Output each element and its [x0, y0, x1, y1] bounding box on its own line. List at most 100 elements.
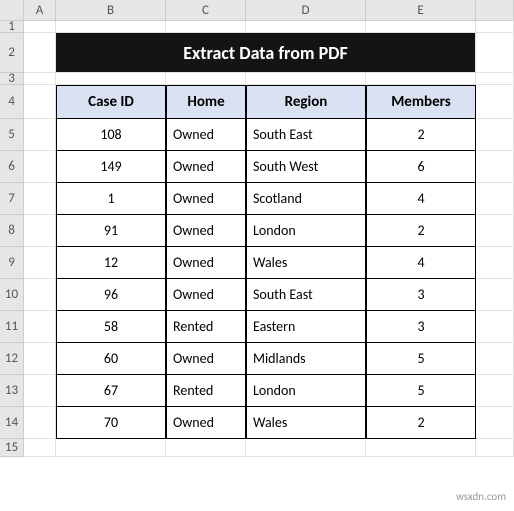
cell[interactable] — [24, 247, 56, 279]
cell[interactable] — [56, 439, 166, 457]
cell[interactable] — [476, 375, 514, 407]
cell[interactable] — [24, 85, 56, 119]
cell[interactable] — [24, 407, 56, 439]
cell[interactable] — [24, 343, 56, 375]
cell[interactable] — [166, 439, 246, 457]
table-cell-case-id[interactable]: 149 — [56, 151, 166, 183]
table-cell-home[interactable]: Owned — [166, 151, 246, 183]
row-header-7[interactable]: 7 — [0, 183, 24, 215]
table-cell-home[interactable]: Owned — [166, 407, 246, 439]
table-cell-region[interactable]: Midlands — [246, 343, 366, 375]
cell[interactable] — [476, 279, 514, 311]
column-header-E[interactable]: E — [366, 0, 476, 21]
table-cell-members[interactable]: 4 — [366, 183, 476, 215]
row-header-4[interactable]: 4 — [0, 85, 24, 119]
table-cell-members[interactable]: 6 — [366, 151, 476, 183]
cell[interactable] — [366, 21, 476, 33]
cell[interactable] — [476, 73, 514, 85]
cell[interactable] — [476, 215, 514, 247]
cell[interactable] — [56, 21, 166, 33]
cell[interactable] — [476, 119, 514, 151]
table-cell-case-id[interactable]: 108 — [56, 119, 166, 151]
table-cell-region[interactable]: South East — [246, 279, 366, 311]
table-cell-home[interactable]: Owned — [166, 215, 246, 247]
table-cell-region[interactable]: Wales — [246, 407, 366, 439]
table-cell-members[interactable]: 3 — [366, 311, 476, 343]
cell[interactable] — [166, 21, 246, 33]
cell[interactable] — [24, 21, 56, 33]
cell[interactable] — [24, 215, 56, 247]
table-cell-case-id[interactable]: 60 — [56, 343, 166, 375]
row-header-1[interactable]: 1 — [0, 21, 24, 33]
table-cell-members[interactable]: 2 — [366, 407, 476, 439]
column-header-A[interactable]: A — [24, 0, 56, 21]
table-cell-region[interactable]: Wales — [246, 247, 366, 279]
table-cell-region[interactable]: London — [246, 375, 366, 407]
cell[interactable] — [24, 73, 56, 85]
table-cell-home[interactable]: Owned — [166, 343, 246, 375]
cell[interactable] — [366, 73, 476, 85]
table-cell-members[interactable]: 3 — [366, 279, 476, 311]
cell[interactable] — [246, 21, 366, 33]
cell[interactable] — [476, 343, 514, 375]
table-cell-members[interactable]: 2 — [366, 215, 476, 247]
cell[interactable] — [476, 247, 514, 279]
cell[interactable] — [24, 151, 56, 183]
row-header-9[interactable]: 9 — [0, 247, 24, 279]
cell[interactable] — [476, 439, 514, 457]
table-cell-home[interactable]: Owned — [166, 183, 246, 215]
row-header-15[interactable]: 15 — [0, 439, 24, 457]
row-header-2[interactable]: 2 — [0, 33, 24, 73]
table-cell-case-id[interactable]: 91 — [56, 215, 166, 247]
cell[interactable] — [24, 311, 56, 343]
cell[interactable] — [24, 119, 56, 151]
row-header-5[interactable]: 5 — [0, 119, 24, 151]
table-cell-members[interactable]: 5 — [366, 343, 476, 375]
select-all-corner[interactable] — [0, 0, 24, 21]
cell[interactable] — [476, 151, 514, 183]
table-cell-home[interactable]: Owned — [166, 279, 246, 311]
table-cell-members[interactable]: 2 — [366, 119, 476, 151]
row-header-12[interactable]: 12 — [0, 343, 24, 375]
cell[interactable] — [246, 439, 366, 457]
cell[interactable] — [24, 33, 56, 73]
table-cell-members[interactable]: 5 — [366, 375, 476, 407]
table-cell-case-id[interactable]: 1 — [56, 183, 166, 215]
cell[interactable] — [476, 33, 514, 73]
cell[interactable] — [56, 73, 166, 85]
cell[interactable] — [476, 85, 514, 119]
column-header-C[interactable]: C — [166, 0, 246, 21]
table-cell-case-id[interactable]: 96 — [56, 279, 166, 311]
table-cell-members[interactable]: 4 — [366, 247, 476, 279]
table-cell-case-id[interactable]: 58 — [56, 311, 166, 343]
table-cell-region[interactable]: Eastern — [246, 311, 366, 343]
table-cell-home[interactable]: Rented — [166, 375, 246, 407]
table-cell-region[interactable]: South West — [246, 151, 366, 183]
table-cell-region[interactable]: Scotland — [246, 183, 366, 215]
column-header-D[interactable]: D — [246, 0, 366, 21]
column-header-B[interactable]: B — [56, 0, 166, 21]
cell[interactable] — [476, 21, 514, 33]
row-header-10[interactable]: 10 — [0, 279, 24, 311]
table-cell-region[interactable]: London — [246, 215, 366, 247]
row-header-11[interactable]: 11 — [0, 311, 24, 343]
row-header-8[interactable]: 8 — [0, 215, 24, 247]
table-cell-region[interactable]: South East — [246, 119, 366, 151]
cell[interactable] — [24, 183, 56, 215]
cell[interactable] — [24, 439, 56, 457]
cell[interactable] — [166, 73, 246, 85]
row-header-3[interactable]: 3 — [0, 73, 24, 85]
table-cell-home[interactable]: Owned — [166, 119, 246, 151]
row-header-6[interactable]: 6 — [0, 151, 24, 183]
table-cell-case-id[interactable]: 12 — [56, 247, 166, 279]
row-header-14[interactable]: 14 — [0, 407, 24, 439]
cell[interactable] — [24, 279, 56, 311]
cell[interactable] — [476, 407, 514, 439]
table-cell-home[interactable]: Rented — [166, 311, 246, 343]
table-cell-home[interactable]: Owned — [166, 247, 246, 279]
cell[interactable] — [24, 375, 56, 407]
cell[interactable] — [366, 439, 476, 457]
table-cell-case-id[interactable]: 67 — [56, 375, 166, 407]
cell[interactable] — [476, 311, 514, 343]
table-cell-case-id[interactable]: 70 — [56, 407, 166, 439]
